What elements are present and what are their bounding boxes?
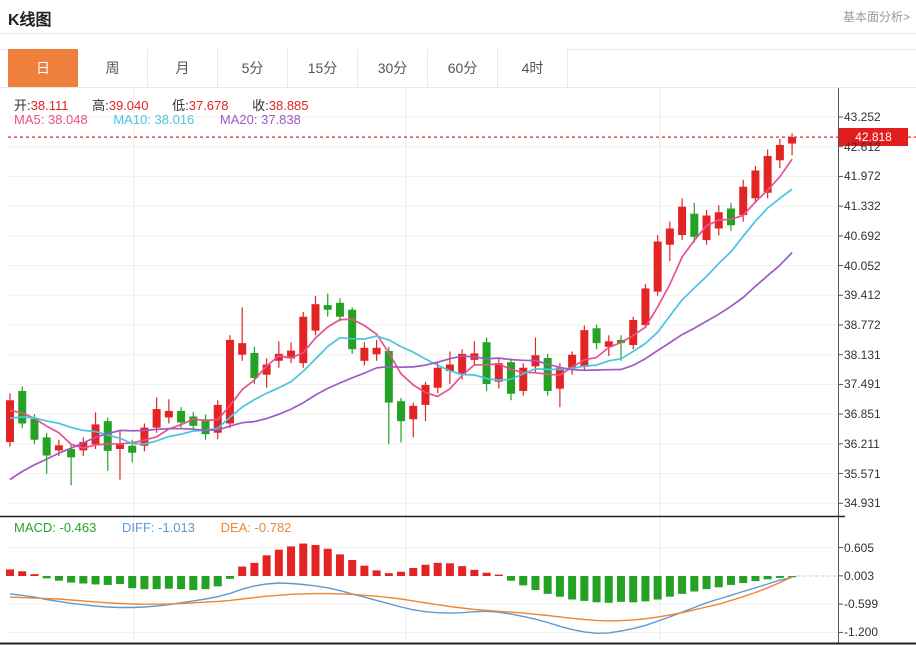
dea-value: DEA: -0.782 [221, 520, 292, 535]
title-divider [0, 33, 916, 34]
diff-line [10, 577, 792, 633]
y-axis-label-macd: 0.003 [844, 569, 914, 583]
price-axis [0, 88, 916, 644]
y-axis-label-main: 38.131 [844, 348, 914, 362]
ma20-value: MA20: 37.838 [220, 112, 301, 127]
macd-panel [6, 544, 838, 634]
close-value: 收:38.885 [252, 98, 308, 113]
diff-value: DIFF: -1.013 [122, 520, 195, 535]
y-axis-label-main: 36.211 [844, 437, 914, 451]
y-axis-label-macd: 0.605 [844, 541, 914, 555]
tabbar-bottom-border [0, 87, 916, 88]
y-axis-label-main: 41.332 [844, 199, 914, 213]
candle-series [6, 133, 796, 485]
y-axis-label-main: 41.972 [844, 169, 914, 183]
macd-value: MACD: -0.463 [14, 520, 96, 535]
period-tab-2[interactable]: 月 [148, 49, 218, 87]
page-title: K线图 [8, 6, 52, 30]
period-tab-0[interactable]: 日 [8, 49, 78, 87]
ma5-value: MA5: 38.048 [14, 112, 88, 127]
period-tab-6[interactable]: 60分 [428, 49, 498, 87]
dea-line [10, 577, 792, 621]
period-tabs: 日周月5分15分30分60分4时 [8, 49, 568, 87]
period-tab-1[interactable]: 周 [78, 49, 148, 87]
y-axis-label-main: 35.571 [844, 467, 914, 481]
y-axis-label-main: 36.851 [844, 407, 914, 421]
ma-legend: MA5: 38.048 MA10: 38.016 MA20: 37.838 [14, 112, 301, 127]
period-tab-4[interactable]: 15分 [288, 49, 358, 87]
period-tab-3[interactable]: 5分 [218, 49, 288, 87]
y-axis-label-main: 40.692 [844, 229, 914, 243]
ma20-line [10, 253, 792, 480]
low-value: 低:37.678 [172, 98, 228, 113]
open-value: 开:38.111 [14, 98, 68, 113]
macd-legend: MACD: -0.463 DIFF: -1.013 DEA: -0.782 [14, 520, 291, 535]
y-axis-label-main: 40.052 [844, 259, 914, 273]
y-axis-label-main: 37.491 [844, 377, 914, 391]
y-axis-label-main: 34.931 [844, 496, 914, 510]
period-tab-5[interactable]: 30分 [358, 49, 428, 87]
y-axis-label-main: 38.772 [844, 318, 914, 332]
high-value: 高:39.040 [92, 98, 148, 113]
y-axis-label-main: 43.252 [844, 110, 914, 124]
kline-page: K线图 基本面分析> 日周月5分15分30分60分4时 开:38.111 高:3… [0, 0, 916, 645]
y-axis-label-main: 39.412 [844, 288, 914, 302]
fundamental-analysis-link[interactable]: 基本面分析> [843, 8, 910, 25]
y-axis-label-macd: -0.599 [844, 597, 914, 611]
period-tab-7[interactable]: 4时 [498, 49, 568, 87]
y-axis-label-main: 42.612 [844, 140, 914, 154]
ma10-value: MA10: 38.016 [113, 112, 194, 127]
y-axis-label-macd: -1.200 [844, 625, 914, 639]
